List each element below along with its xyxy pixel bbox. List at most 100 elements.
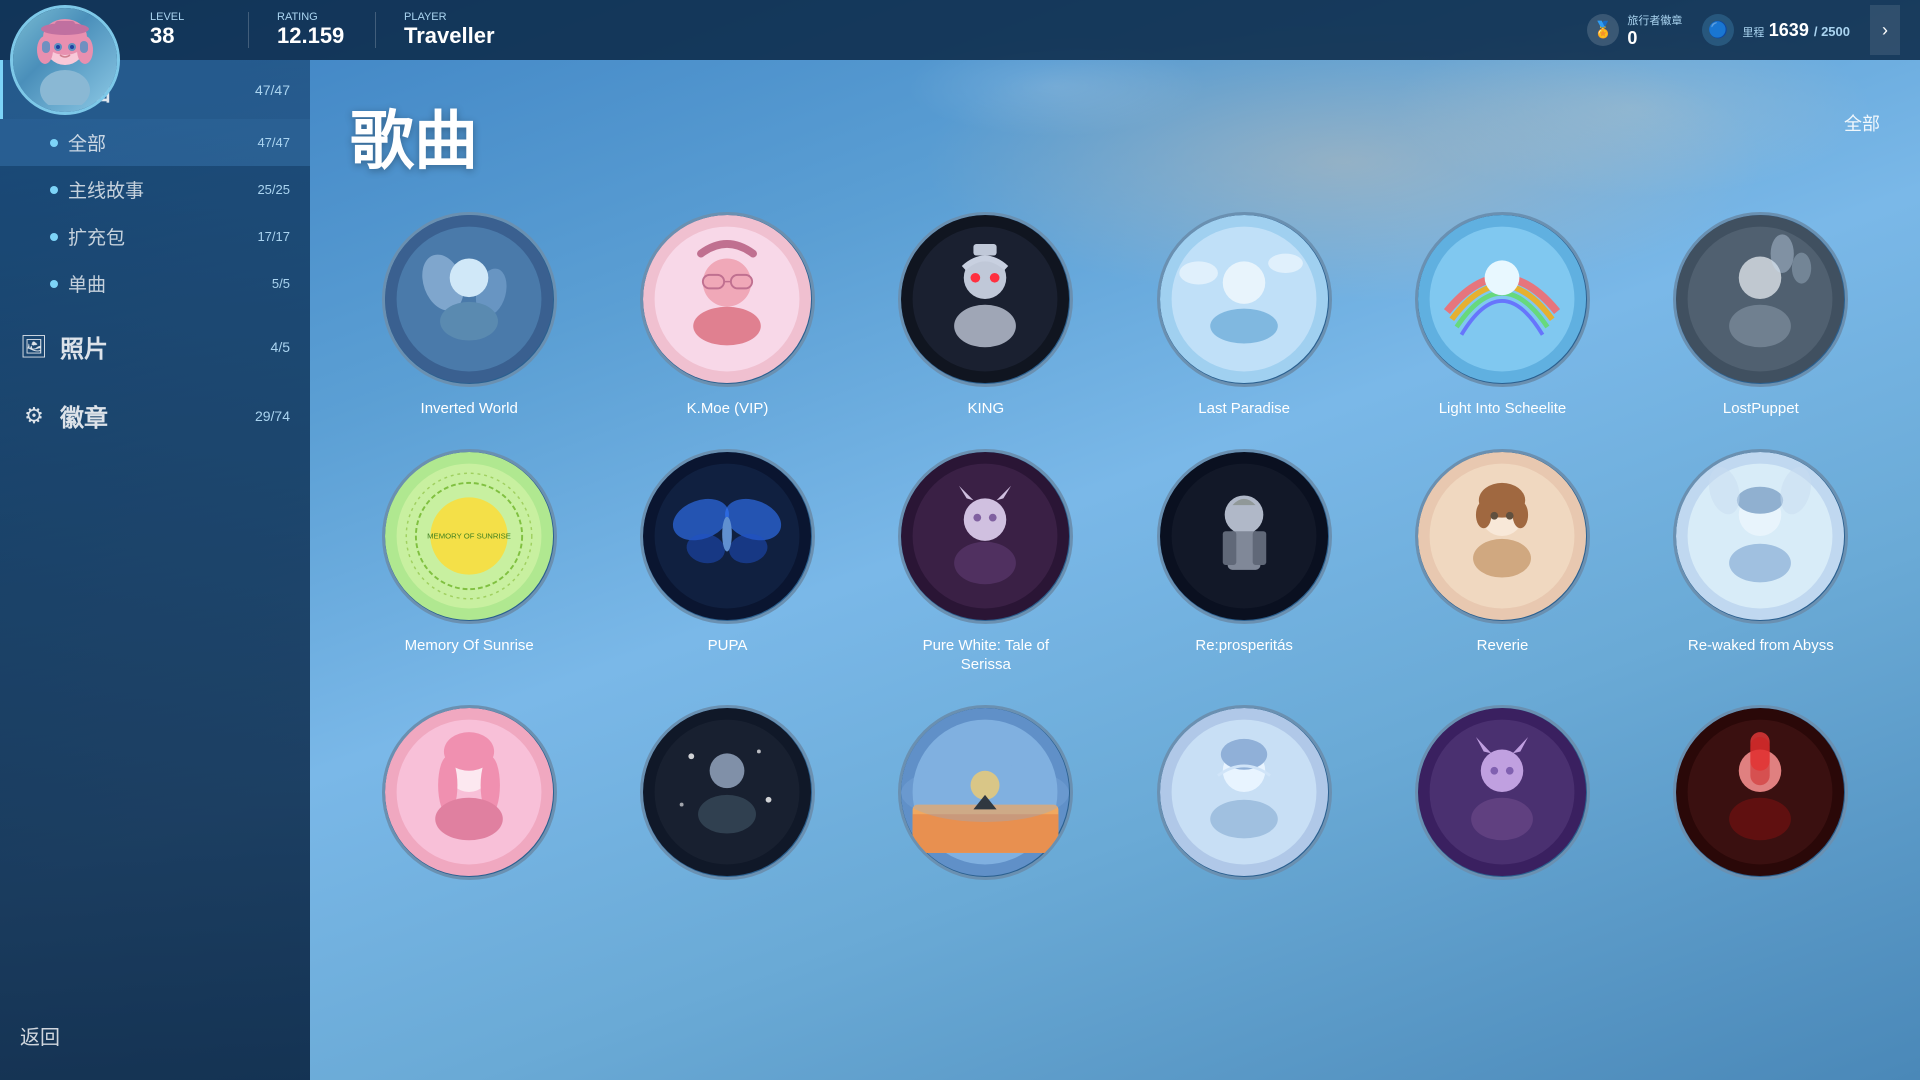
page-title: 歌曲 xyxy=(350,90,478,182)
back-button[interactable]: 返回 xyxy=(20,1011,290,1060)
song-circle-10 xyxy=(1415,449,1590,624)
sub-exp-count: 17/17 xyxy=(257,229,290,244)
song-circle-12 xyxy=(382,705,557,880)
rating-value: 12.159 xyxy=(277,23,357,49)
song-item-7[interactable]: PUPA xyxy=(608,449,846,675)
song-circle-15 xyxy=(1157,705,1332,880)
song-item-0[interactable]: Inverted World xyxy=(350,212,588,419)
songs-count: 47/47 xyxy=(255,82,290,98)
badges-count: 29/74 xyxy=(255,408,290,424)
rating-section: Rating 12.159 xyxy=(277,11,357,49)
song-item-6[interactable]: MEMORY OF SUNRISEMemory Of Sunrise xyxy=(350,449,588,675)
song-circle-13 xyxy=(640,705,815,880)
sidebar-item-photos[interactable]: 🖼 照片 4/5 xyxy=(0,317,310,376)
mileage-max-display: / 2500 xyxy=(1814,24,1850,39)
mileage-section: 🔵 里程 1639 / 2500 xyxy=(1702,14,1850,46)
photo-icon: 🖼 xyxy=(20,334,48,360)
divider-2 xyxy=(375,12,376,48)
level-section: Level 38 xyxy=(150,11,230,49)
rating-label: Rating xyxy=(277,11,357,23)
player-label: Player xyxy=(404,11,495,23)
avatar[interactable] xyxy=(10,5,120,115)
song-circle-11 xyxy=(1673,449,1848,624)
song-circle-8 xyxy=(898,449,1073,624)
dot-icon-3 xyxy=(50,233,58,241)
badge-label: 旅行者徽章 xyxy=(1627,12,1682,28)
song-name-7: PUPA xyxy=(708,636,748,656)
song-circle-14 xyxy=(898,705,1073,880)
sidebar-sub-single[interactable]: 单曲 5/5 xyxy=(0,260,310,307)
song-item-5[interactable]: LostPuppet xyxy=(1642,212,1880,419)
song-item-10[interactable]: Reverie xyxy=(1383,449,1621,675)
mileage-text: 里程 1639 / 2500 xyxy=(1742,20,1850,41)
player-value: Traveller xyxy=(404,23,495,49)
song-name-2: KING xyxy=(967,399,1004,419)
song-circle-5 xyxy=(1673,212,1848,387)
song-circle-16 xyxy=(1415,705,1590,880)
song-item-14[interactable] xyxy=(867,705,1105,892)
divider-1 xyxy=(248,12,249,48)
level-value: 38 xyxy=(150,23,230,49)
song-circle-2 xyxy=(898,212,1073,387)
topbar: Level 38 Rating 12.159 Player Traveller … xyxy=(0,0,1920,60)
song-circle-17 xyxy=(1673,705,1848,880)
badge-text: 旅行者徽章 0 xyxy=(1627,12,1682,49)
song-item-9[interactable]: Re:prosperitás xyxy=(1125,449,1363,675)
song-circle-4 xyxy=(1415,212,1590,387)
badge-section: 🏅 旅行者徽章 0 xyxy=(1587,12,1682,49)
mileage-label: 里程 xyxy=(1742,27,1764,39)
badge-sidebar-icon: ⚙ xyxy=(20,403,48,429)
topbar-right: 🏅 旅行者徽章 0 🔵 里程 1639 / 2500 › xyxy=(1587,5,1910,55)
level-label: Level xyxy=(150,11,230,23)
sub-single-label: 单曲 xyxy=(68,270,262,297)
main-content: 歌曲 全部 Inverted World K.Moe (VIP) KING Last … xyxy=(310,60,1920,1080)
dot-icon-4 xyxy=(50,280,58,288)
song-item-17[interactable] xyxy=(1642,705,1880,892)
song-circle-9 xyxy=(1157,449,1332,624)
sub-all-label: 全部 xyxy=(68,129,247,156)
sub-main-count: 25/25 xyxy=(257,182,290,197)
sidebar-sub-all[interactable]: 全部 47/47 xyxy=(0,119,310,166)
badges-label: 徽章 xyxy=(60,398,243,433)
song-name-1: K.Moe (VIP) xyxy=(687,399,769,419)
song-name-11: Re-waked from Abyss xyxy=(1688,636,1834,656)
sidebar-sub-exp[interactable]: 扩充包 17/17 xyxy=(0,213,310,260)
song-item-11[interactable]: Re-waked from Abyss xyxy=(1642,449,1880,675)
mileage-icon: 🔵 xyxy=(1702,14,1734,46)
sub-single-count: 5/5 xyxy=(272,276,290,291)
badge-icon: 🏅 xyxy=(1587,14,1619,46)
svg-text:MEMORY OF SUNRISE: MEMORY OF SUNRISE xyxy=(427,531,511,540)
sidebar: ♪ 歌曲 47/47 全部 47/47 主线故事 25/25 扩充包 17/17… xyxy=(0,60,310,1080)
sidebar-bottom: 返回 xyxy=(0,991,310,1080)
song-name-9: Re:prosperitás xyxy=(1195,636,1293,656)
photos-count: 4/5 xyxy=(271,339,290,355)
song-item-1[interactable]: K.Moe (VIP) xyxy=(608,212,846,419)
song-item-13[interactable] xyxy=(608,705,846,892)
sidebar-sub-main[interactable]: 主线故事 25/25 xyxy=(0,166,310,213)
songs-grid: Inverted World K.Moe (VIP) KING Last Paradi… xyxy=(350,212,1880,892)
song-item-3[interactable]: Last Paradise xyxy=(1125,212,1363,419)
topbar-left: Level 38 Rating 12.159 Player Traveller xyxy=(140,11,495,49)
song-name-3: Last Paradise xyxy=(1198,399,1290,419)
song-circle-6: MEMORY OF SUNRISE xyxy=(382,449,557,624)
badge-value: 0 xyxy=(1627,28,1682,49)
song-item-12[interactable] xyxy=(350,705,588,892)
song-item-15[interactable] xyxy=(1125,705,1363,892)
sub-all-count: 47/47 xyxy=(257,135,290,150)
song-item-8[interactable]: Pure White: Tale of Serissa xyxy=(867,449,1105,675)
song-item-2[interactable]: KING xyxy=(867,212,1105,419)
song-name-10: Reverie xyxy=(1477,636,1529,656)
song-circle-1 xyxy=(640,212,815,387)
song-name-8: Pure White: Tale of Serissa xyxy=(898,636,1073,675)
sub-main-label: 主线故事 xyxy=(68,176,247,203)
player-section: Player Traveller xyxy=(404,11,495,49)
sidebar-item-badges[interactable]: ⚙ 徽章 29/74 xyxy=(0,386,310,445)
arrow-button[interactable]: › xyxy=(1870,5,1900,55)
song-item-16[interactable] xyxy=(1383,705,1621,892)
mileage-value: 1639 / 2500 xyxy=(1769,20,1850,40)
filter-button[interactable]: 全部 xyxy=(1844,110,1880,136)
song-name-5: LostPuppet xyxy=(1723,399,1799,419)
song-item-4[interactable]: Light Into Scheelite xyxy=(1383,212,1621,419)
dot-icon xyxy=(50,139,58,147)
page-header: 歌曲 全部 xyxy=(350,90,1880,182)
